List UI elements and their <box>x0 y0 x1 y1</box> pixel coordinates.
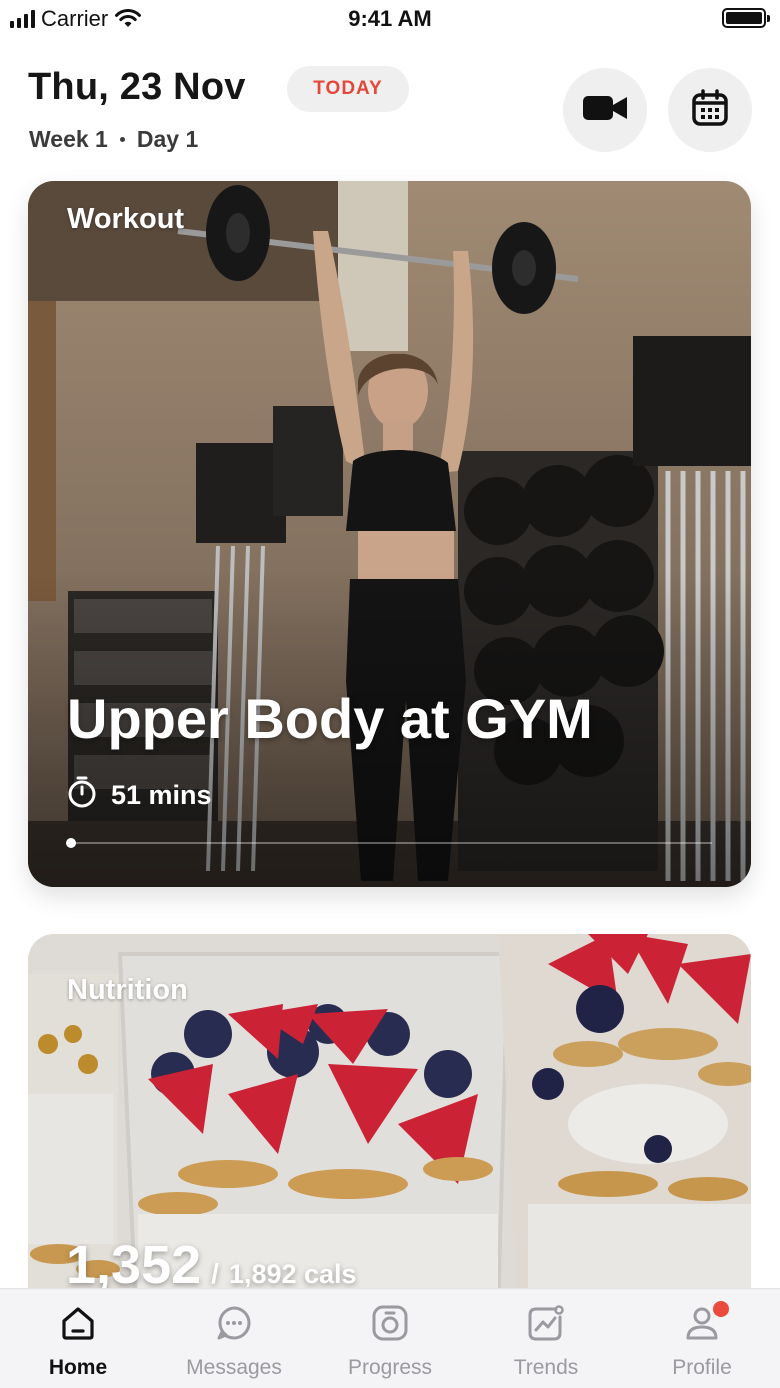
calendar-button[interactable] <box>668 68 752 152</box>
status-time: 9:41 AM <box>348 6 432 31</box>
tab-trends-label: Trends <box>513 1356 579 1379</box>
tab-messages-label: Messages <box>186 1356 282 1379</box>
tab-profile-label: Profile <box>672 1356 732 1379</box>
calories-target: 1,892 cals <box>228 1259 357 1289</box>
trends-icon <box>526 1303 566 1348</box>
calendar-icon <box>691 88 729 132</box>
home-icon <box>58 1303 98 1348</box>
calories-consumed: 1,352 <box>66 1235 202 1295</box>
header: Thu, 23 Nov TODAY Week 1 Day 1 <box>0 40 780 180</box>
week-label: Week 1 <box>29 126 108 152</box>
workout-progress-track <box>67 842 712 844</box>
tab-home[interactable]: Home <box>0 1289 156 1388</box>
stopwatch-icon <box>67 776 97 815</box>
video-call-button[interactable] <box>563 68 647 152</box>
duration-text: 51 mins <box>111 780 212 810</box>
separator-dot <box>119 137 125 142</box>
tab-progress-label: Progress <box>347 1356 433 1379</box>
workout-progress-knob <box>66 838 76 848</box>
progress-icon <box>370 1303 410 1348</box>
tab-messages[interactable]: Messages <box>156 1289 312 1388</box>
today-button[interactable]: TODAY <box>287 66 409 112</box>
profile-notification-badge <box>713 1301 729 1317</box>
tab-bar: Home Messages Progress Trends Profile <box>0 1288 780 1388</box>
workout-card[interactable]: Workout Upper Body at GYM 51 mins <box>28 181 751 887</box>
calorie-separator: / <box>211 1258 219 1289</box>
day-label: Day 1 <box>136 126 199 152</box>
week-day-indicator: Week 1 Day 1 <box>29 126 198 153</box>
video-camera-icon <box>582 93 628 128</box>
tab-progress[interactable]: Progress <box>312 1289 468 1388</box>
battery-icon <box>722 8 770 28</box>
workout-duration: 51 mins <box>67 776 212 815</box>
nutrition-label: Nutrition <box>67 974 188 1006</box>
status-bar: Carrier 9:41 AM <box>0 0 780 40</box>
workout-title: Upper Body at GYM <box>67 687 593 750</box>
chat-bubble-icon <box>214 1303 254 1348</box>
tab-profile[interactable]: Profile <box>624 1289 780 1388</box>
workout-label: Workout <box>67 203 185 235</box>
calorie-summary: 1,352 / 1,892 cals <box>66 1234 357 1296</box>
tab-trends[interactable]: Trends <box>468 1289 624 1388</box>
page-title-date: Thu, 23 Nov <box>28 66 246 108</box>
tab-home-label: Home <box>48 1356 108 1379</box>
nutrition-card[interactable]: Nutrition 1,352 / 1,892 cals <box>28 934 751 1314</box>
